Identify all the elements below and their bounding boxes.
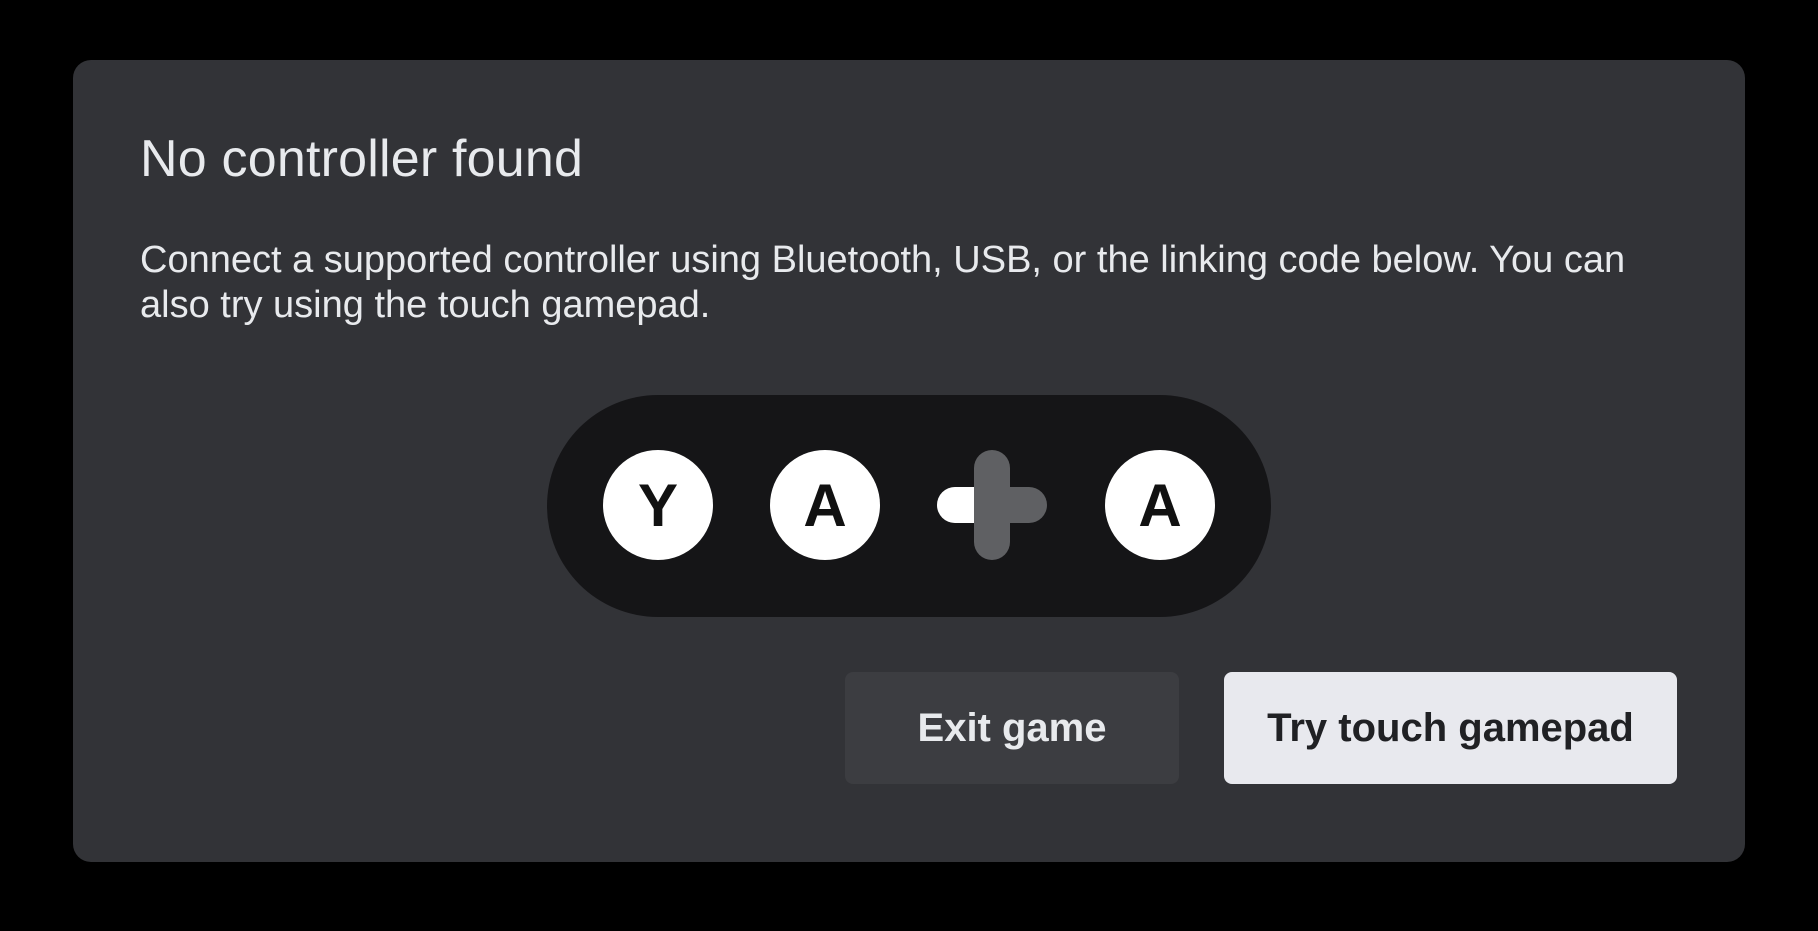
dialog-title: No controller found <box>140 130 584 188</box>
dialog-description: Connect a supported controller using Blu… <box>140 239 1626 326</box>
dpad-vertical <box>974 450 1010 560</box>
y-button-icon: Y <box>603 450 713 560</box>
a-button-icon: A <box>1105 450 1215 560</box>
try-touch-gamepad-button[interactable]: Try touch gamepad <box>1224 672 1677 784</box>
dpad-icon <box>937 450 1047 560</box>
exit-game-button[interactable]: Exit game <box>845 672 1179 784</box>
controller-illustration: Y A A <box>547 395 1271 617</box>
a-button-icon: A <box>770 450 880 560</box>
no-controller-dialog: No controller found Connect a supported … <box>73 60 1745 862</box>
